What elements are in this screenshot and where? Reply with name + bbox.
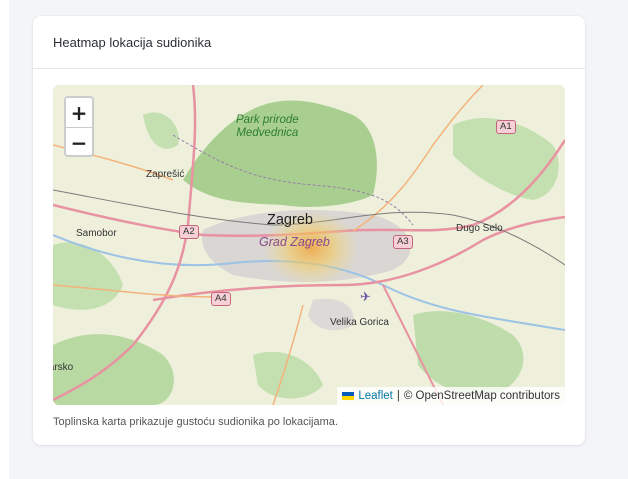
place-samobor: Samobor xyxy=(76,228,117,239)
card-title: Heatmap lokacija sudionika xyxy=(33,16,585,69)
place-zapresic: Zaprešić xyxy=(146,169,185,180)
road-shield-a4: A1 xyxy=(496,120,516,134)
place-dugo-selo: Dugo Selo xyxy=(456,223,503,234)
side-panel xyxy=(0,0,9,479)
zoom-control: + − xyxy=(64,96,94,157)
road-shield-a1: A4 xyxy=(211,292,231,306)
svg-text:✈: ✈ xyxy=(360,290,371,305)
attribution-separator: | xyxy=(396,390,400,402)
road-shield-a3: A3 xyxy=(393,235,413,249)
osm-attribution: © OpenStreetMap contributors xyxy=(403,390,560,402)
park-label: Park prirode Medvednica xyxy=(236,114,299,139)
heatmap-card: Heatmap lokacija sudionika ✈ Park prirod… xyxy=(33,16,585,445)
heatmap-map[interactable]: ✈ Park prirode Medvednica Zaprešić Samob… xyxy=(53,85,565,405)
map-caption: Toplinska karta prikazuje gustoću sudion… xyxy=(53,416,338,428)
road-shield-a2: A2 xyxy=(179,225,199,239)
place-velika-gorica: Velika Gorica xyxy=(330,317,389,328)
place-grad-zagreb: Grad Zagreb xyxy=(259,235,330,249)
ukraine-flag-icon xyxy=(342,392,355,400)
zoom-out-button[interactable]: − xyxy=(66,128,92,155)
place-jastrebarsko: Jastrebarsko xyxy=(53,362,74,373)
place-zagreb: Zagreb xyxy=(267,212,313,228)
zoom-in-button[interactable]: + xyxy=(66,98,92,128)
map-attribution: Leaflet | © OpenStreetMap contributors xyxy=(337,387,565,405)
leaflet-link[interactable]: Leaflet xyxy=(358,390,393,402)
